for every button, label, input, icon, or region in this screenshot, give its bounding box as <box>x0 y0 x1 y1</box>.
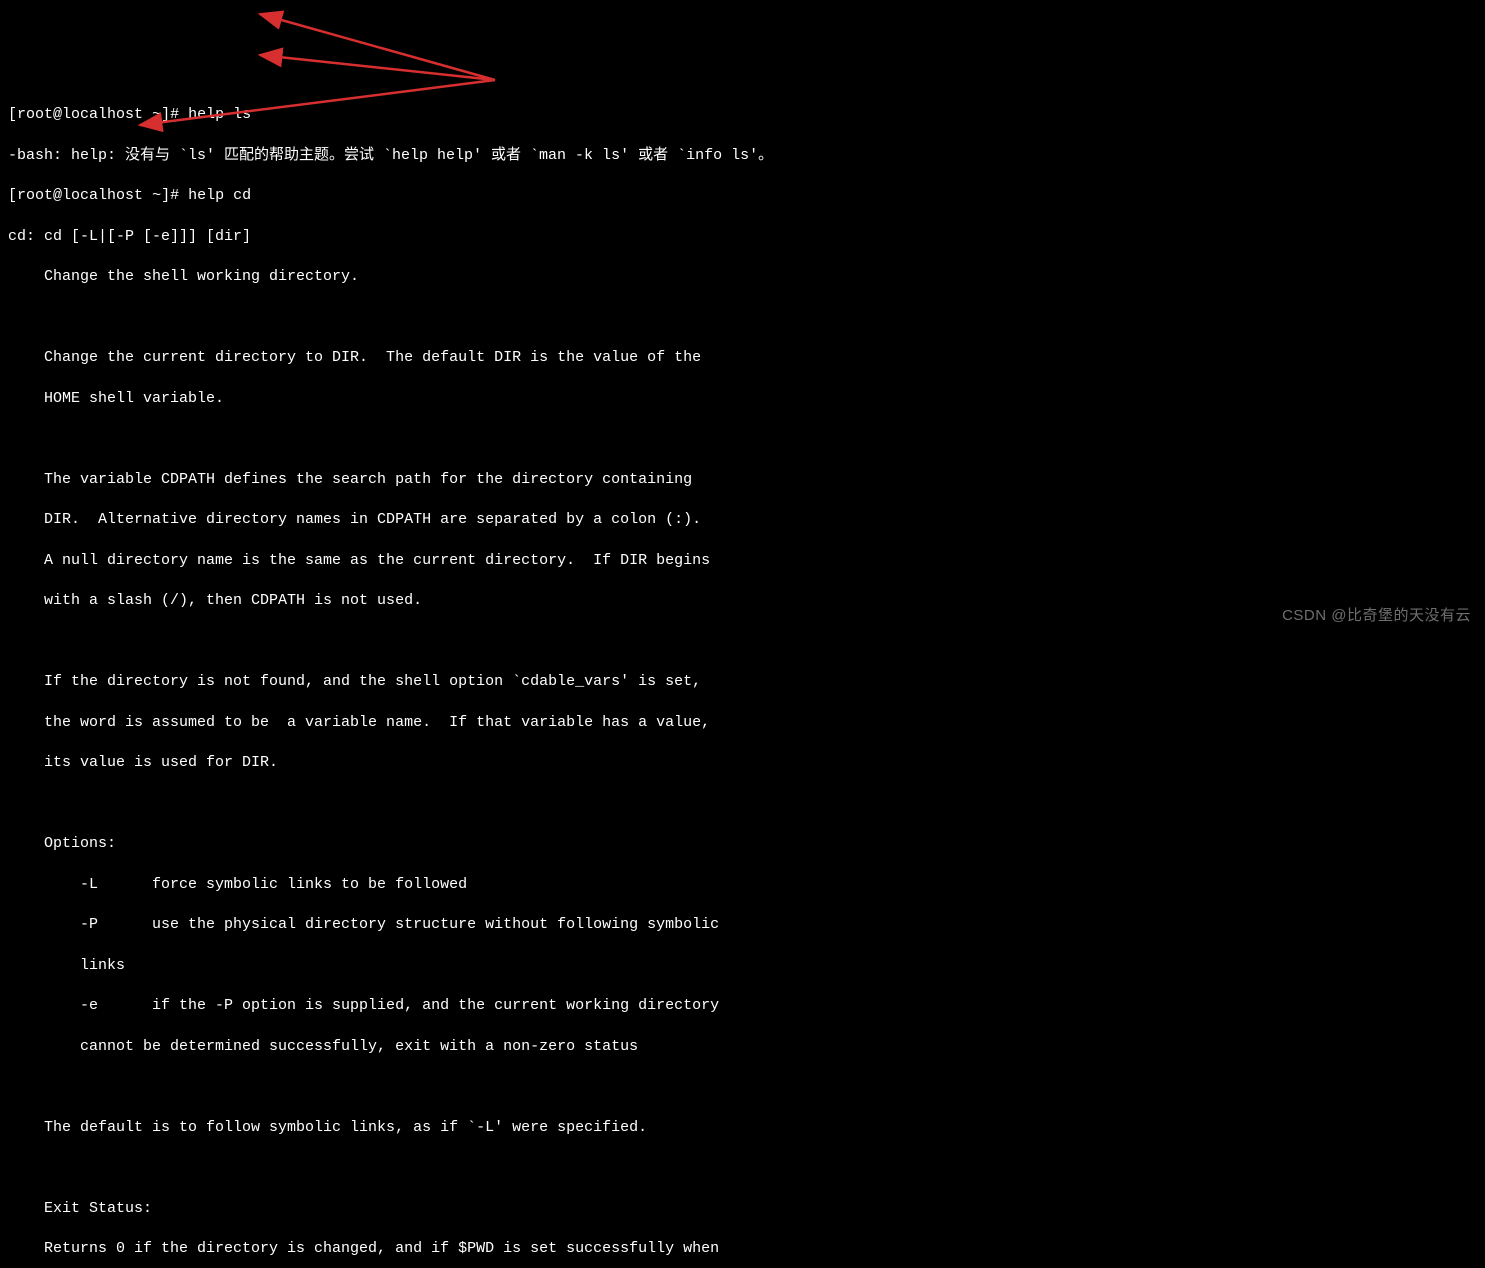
output-cd-line: -e if the -P option is supplied, and the… <box>8 996 1477 1016</box>
output-cd-line: its value is used for DIR. <box>8 753 1477 773</box>
output-cd-line: the word is assumed to be a variable nam… <box>8 713 1477 733</box>
output-cd-line: The default is to follow symbolic links,… <box>8 1118 1477 1138</box>
output-error-ls: -bash: help: 没有与 `ls' 匹配的帮助主题。尝试 `help h… <box>8 146 1477 166</box>
command-input-1: help ls <box>188 106 251 123</box>
prompt-path: ~ <box>152 106 161 123</box>
prompt-symbol: # <box>170 106 179 123</box>
output-cd-line: If the directory is not found, and the s… <box>8 672 1477 692</box>
output-cd-line: cannot be determined successfully, exit … <box>8 1037 1477 1057</box>
prompt-host: localhost <box>62 106 143 123</box>
output-cd-line: Returns 0 if the directory is changed, a… <box>8 1239 1477 1259</box>
output-cd-line: -P use the physical directory structure … <box>8 915 1477 935</box>
output-cd-line: -L force symbolic links to be followed <box>8 875 1477 895</box>
output-cd-line: Change the shell working directory. <box>8 267 1477 287</box>
output-cd-line: with a slash (/), then CDPATH is not use… <box>8 591 1477 611</box>
prompt-line-1: [root@localhost ~]# help ls <box>8 105 1477 125</box>
output-cd-usage: cd: cd [-L|[-P [-e]]] [dir] <box>8 227 1477 247</box>
output-cd-line: Exit Status: <box>8 1199 1477 1219</box>
output-cd-line: Options: <box>8 834 1477 854</box>
output-cd-line: The variable CDPATH defines the search p… <box>8 470 1477 490</box>
prompt-symbol: # <box>170 187 179 204</box>
prompt-user: root <box>17 106 53 123</box>
output-cd-line <box>8 429 1477 449</box>
output-cd-line: HOME shell variable. <box>8 389 1477 409</box>
watermark: CSDN @比奇堡的天没有云 <box>1282 606 1471 626</box>
output-cd-line: links <box>8 956 1477 976</box>
prompt-user: root <box>17 187 53 204</box>
output-cd-line <box>8 1158 1477 1178</box>
output-cd-line <box>8 308 1477 328</box>
prompt-path: ~ <box>152 187 161 204</box>
output-cd-line: Change the current directory to DIR. The… <box>8 348 1477 368</box>
prompt-host: localhost <box>62 187 143 204</box>
output-cd-line: A null directory name is the same as the… <box>8 551 1477 571</box>
output-cd-line: DIR. Alternative directory names in CDPA… <box>8 510 1477 530</box>
output-cd-line <box>8 632 1477 652</box>
output-cd-line <box>8 794 1477 814</box>
command-input-2: help cd <box>188 187 251 204</box>
prompt-line-2: [root@localhost ~]# help cd <box>8 186 1477 206</box>
output-cd-line <box>8 1077 1477 1097</box>
terminal[interactable]: [root@localhost ~]# help ls -bash: help:… <box>8 85 1477 1268</box>
